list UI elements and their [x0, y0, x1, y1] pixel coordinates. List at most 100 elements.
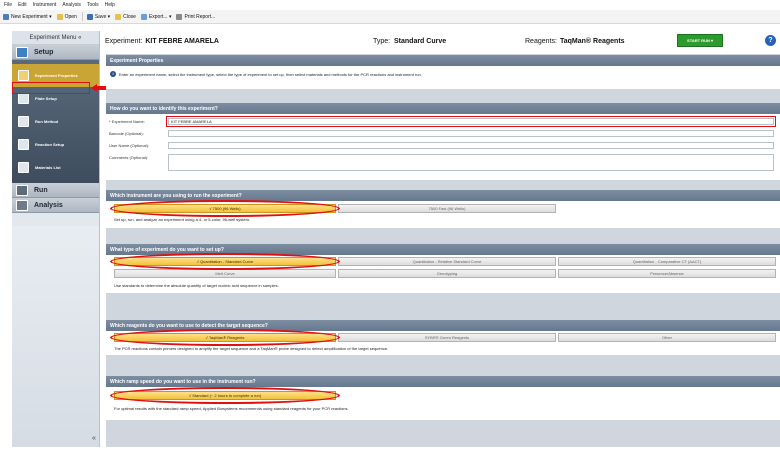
- menu-bar: File Edit Instrument Analysis Tools Help: [0, 0, 780, 10]
- reagents-value: TaqMan® Reagents: [560, 37, 625, 45]
- sidebar-item-label: Experiment Properties: [35, 73, 78, 78]
- identify-panel: * Experiment Name: KIT FEBRE AMARELA Bar…: [106, 114, 780, 180]
- melt-curve-button[interactable]: Melt Curve: [114, 269, 336, 278]
- ramp-note: For optimal results with the standard ra…: [114, 406, 349, 411]
- sidebar-item-label: Plate Setup: [35, 96, 57, 101]
- menu-file[interactable]: File: [4, 2, 12, 8]
- reagents-title: Which reagents do you want to use to det…: [110, 322, 268, 329]
- analysis-section[interactable]: Analysis: [12, 198, 99, 213]
- reagents-label: Reagents:: [525, 37, 557, 45]
- materials-list-icon: [18, 162, 29, 173]
- experiment-title: KIT FEBRE AMARELA: [145, 37, 219, 45]
- chevron-down-icon: ▾: [47, 13, 52, 20]
- run-method-icon: [18, 116, 29, 127]
- sidebar-item-label: Materials List: [35, 165, 61, 170]
- quantitation-relative-button[interactable]: Quantitation - Relative Standard Curve: [338, 257, 556, 266]
- toolbar-divider: [81, 12, 83, 21]
- user-name-field[interactable]: [168, 142, 774, 149]
- properties-intro-panel: i Enter an experiment name, select the i…: [106, 66, 780, 89]
- open-label: Open: [64, 13, 77, 20]
- setup-label: Setup: [34, 48, 54, 56]
- properties-icon: [18, 70, 29, 81]
- menu-edit[interactable]: Edit: [18, 2, 27, 8]
- chevron-down-icon: ▾: [106, 13, 111, 20]
- instrument-panel: √ 7500 (96 Wells) 7500 Fast (96 Wells) S…: [106, 200, 780, 228]
- experiment-header: Experiment: KIT FEBRE AMARELA Type: Stan…: [101, 31, 780, 51]
- sidebar-item-run-method[interactable]: Run Method: [12, 110, 99, 133]
- print-report-label: Print Report...: [184, 13, 216, 20]
- instrument-note: Set up, run, and analyze an experiment u…: [114, 217, 251, 222]
- experiment-name-highlight: [166, 116, 776, 127]
- instrument-highlight-ring: [110, 200, 340, 217]
- presence-absence-button[interactable]: Presence/Absence: [558, 269, 776, 278]
- folder-icon: [56, 13, 63, 20]
- export-icon: [140, 13, 147, 20]
- sidebar-item-materials-list[interactable]: Materials List: [12, 156, 99, 179]
- analysis-label: Analysis: [34, 201, 63, 209]
- close-folder-icon: [115, 13, 122, 20]
- pipette-icon: [18, 139, 29, 150]
- sidebar-empty-area: [12, 226, 99, 447]
- instrument-7500-fast-button[interactable]: 7500 Fast (96 Wells): [338, 204, 556, 213]
- main-area: Experiment: KIT FEBRE AMARELA Type: Stan…: [101, 31, 780, 447]
- sybr-green-button[interactable]: SYBR® Green Reagents: [338, 333, 556, 342]
- quantitation-comparative-button[interactable]: Quantitation - Comparative CT (ΔΔCT): [558, 257, 776, 266]
- close-button[interactable]: Close: [115, 13, 136, 20]
- genotyping-button[interactable]: Genotyping: [338, 269, 556, 278]
- export-button[interactable]: Export... ▾: [140, 13, 172, 20]
- export-label: Export...: [148, 13, 168, 20]
- plate-icon: [18, 93, 29, 104]
- menu-analysis[interactable]: Analysis: [62, 2, 81, 8]
- other-reagents-button[interactable]: Other: [558, 333, 776, 342]
- help-icon[interactable]: ?: [765, 35, 776, 46]
- instrument-title: Which instrument are you using to run th…: [110, 192, 242, 199]
- start-run-button[interactable]: START RUN ▾: [677, 34, 723, 47]
- start-run-label: START RUN: [687, 38, 710, 43]
- experiment-type-note: Use standards to determine the absolute …: [114, 283, 279, 288]
- experiment-label: Experiment:: [105, 37, 143, 45]
- save-label: Save: [94, 13, 107, 20]
- reagents-note: The PCR reactions contain primers design…: [114, 346, 389, 351]
- menu-tools[interactable]: Tools: [87, 2, 99, 8]
- new-document-icon: [3, 13, 9, 20]
- reagents-highlight-ring: [110, 329, 340, 346]
- comments-field[interactable]: [168, 154, 774, 171]
- user-name-label: User Name (Optional):: [109, 143, 150, 148]
- menu-help[interactable]: Help: [105, 2, 115, 8]
- sidebar-item-reaction-setup[interactable]: Reaction Setup: [12, 133, 99, 156]
- print-report-button[interactable]: Print Report...: [176, 13, 216, 20]
- run-icon: [16, 184, 28, 196]
- info-icon: i: [110, 71, 116, 77]
- experiment-type-highlight-ring: [110, 253, 340, 270]
- save-disk-icon: [86, 13, 93, 20]
- new-experiment-button[interactable]: New Experiment ▾: [3, 13, 52, 20]
- setup-section[interactable]: Setup: [12, 45, 99, 60]
- menu-instrument[interactable]: Instrument: [33, 2, 57, 8]
- properties-title-bar: Experiment Properties: [106, 55, 780, 66]
- ramp-title-bar: Which ramp speed do you want to use in t…: [106, 376, 780, 387]
- identify-title: How do you want to identify this experim…: [110, 105, 218, 112]
- close-label: Close: [123, 13, 136, 20]
- barcode-label: Barcode (Optional):: [109, 131, 144, 136]
- experiment-properties-highlight: [12, 82, 90, 94]
- properties-title: Experiment Properties: [110, 57, 164, 64]
- chevron-down-icon: ▾: [167, 13, 172, 20]
- collapse-sidebar-icon[interactable]: «: [92, 435, 96, 442]
- type-label: Type:: [373, 37, 391, 45]
- comments-label: Comments (Optional):: [109, 155, 149, 160]
- ramp-highlight-ring: [110, 387, 340, 404]
- run-label: Run: [34, 186, 48, 194]
- ramp-title: Which ramp speed do you want to use in t…: [110, 378, 256, 385]
- open-button[interactable]: Open: [56, 13, 77, 20]
- save-button[interactable]: Save ▾: [86, 13, 111, 20]
- chevron-down-icon: ▾: [709, 38, 713, 43]
- experiment-type-panel: √ Quantitation - Standard Curve Quantita…: [106, 253, 780, 293]
- sidebar-item-label: Reaction Setup: [35, 142, 65, 147]
- run-section[interactable]: Run: [12, 183, 99, 198]
- experiment-menu-title[interactable]: Experiment Menu «: [12, 31, 99, 45]
- experiment-type-title: What type of experiment do you want to s…: [110, 246, 224, 253]
- analysis-icon: [16, 199, 28, 211]
- setup-items: Experiment Properties Plate Setup Run Me…: [12, 60, 99, 183]
- ramp-panel: √ Standard (~ 2 hours to complete a run)…: [106, 387, 780, 420]
- barcode-field[interactable]: [168, 130, 774, 137]
